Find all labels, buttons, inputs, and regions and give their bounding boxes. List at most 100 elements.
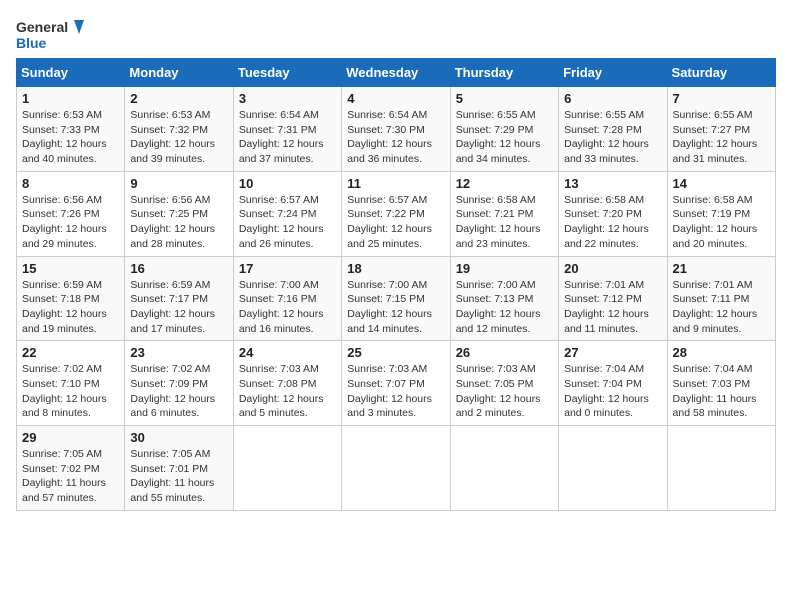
day-number: 28 <box>673 345 770 360</box>
day-number: 7 <box>673 91 770 106</box>
day-cell: 17 Sunrise: 7:00 AMSunset: 7:16 PMDayligh… <box>233 256 341 341</box>
day-number: 21 <box>673 261 770 276</box>
day-cell: 9Sunrise: 6:56 AMSunset: 7:25 PMDaylight… <box>125 171 233 256</box>
day-info: Sunrise: 7:01 AMSunset: 7:11 PMDaylight:… <box>673 278 770 337</box>
day-number: 24 <box>239 345 336 360</box>
day-cell <box>559 426 667 511</box>
day-info: Sunrise: 7:03 AMSunset: 7:08 PMDaylight:… <box>239 362 336 421</box>
day-number: 20 <box>564 261 661 276</box>
day-info: Sunrise: 6:58 AMSunset: 7:21 PMDaylight:… <box>456 193 553 252</box>
day-cell <box>233 426 341 511</box>
col-header-saturday: Saturday <box>667 59 775 87</box>
day-cell: 14Sunrise: 6:58 AMSunset: 7:19 PMDayligh… <box>667 171 775 256</box>
day-info: Sunrise: 7:00 AMSunset: 7:15 PMDaylight:… <box>347 278 444 337</box>
day-number: 5 <box>456 91 553 106</box>
day-cell: 8Sunrise: 6:56 AMSunset: 7:26 PMDaylight… <box>17 171 125 256</box>
col-header-wednesday: Wednesday <box>342 59 450 87</box>
week-row-1: 1 Sunrise: 6:53 AMSunset: 7:33 PMDaylight… <box>17 87 776 172</box>
day-info: Sunrise: 6:55 AMSunset: 7:29 PMDaylight:… <box>456 108 553 167</box>
day-cell: 26Sunrise: 7:03 AMSunset: 7:05 PMDayligh… <box>450 341 558 426</box>
day-cell: 20 Sunrise: 7:01 AMSunset: 7:12 PMDayligh… <box>559 256 667 341</box>
day-info: Sunrise: 6:55 AMSunset: 7:28 PMDaylight:… <box>564 108 661 167</box>
day-cell: 4 Sunrise: 6:54 AMSunset: 7:30 PMDaylight… <box>342 87 450 172</box>
day-number: 27 <box>564 345 661 360</box>
day-number: 26 <box>456 345 553 360</box>
day-number: 2 <box>130 91 227 106</box>
svg-text:Blue: Blue <box>16 35 47 51</box>
day-info: Sunrise: 6:54 AMSunset: 7:31 PMDaylight:… <box>239 108 336 167</box>
day-number: 22 <box>22 345 119 360</box>
header-row: SundayMondayTuesdayWednesdayThursdayFrid… <box>17 59 776 87</box>
day-number: 1 <box>22 91 119 106</box>
calendar-table: SundayMondayTuesdayWednesdayThursdayFrid… <box>16 58 776 511</box>
day-cell: 30 Sunrise: 7:05 AMSunset: 7:01 PMDayligh… <box>125 426 233 511</box>
day-cell: 18 Sunrise: 7:00 AMSunset: 7:15 PMDayligh… <box>342 256 450 341</box>
day-cell: 27 Sunrise: 7:04 AMSunset: 7:04 PMDayligh… <box>559 341 667 426</box>
day-info: Sunrise: 6:56 AMSunset: 7:26 PMDaylight:… <box>22 193 119 252</box>
day-cell <box>450 426 558 511</box>
week-row-4: 22 Sunrise: 7:02 AMSunset: 7:10 PMDayligh… <box>17 341 776 426</box>
day-info: Sunrise: 6:55 AMSunset: 7:27 PMDaylight:… <box>673 108 770 167</box>
day-number: 6 <box>564 91 661 106</box>
day-info: Sunrise: 6:58 AMSunset: 7:19 PMDaylight:… <box>673 193 770 252</box>
day-cell: 28Sunrise: 7:04 AMSunset: 7:03 PMDayligh… <box>667 341 775 426</box>
page-header: General Blue <box>16 16 776 54</box>
day-number: 18 <box>347 261 444 276</box>
svg-text:General: General <box>16 19 68 35</box>
day-cell: 23 Sunrise: 7:02 AMSunset: 7:09 PMDayligh… <box>125 341 233 426</box>
day-number: 19 <box>456 261 553 276</box>
day-info: Sunrise: 7:05 AMSunset: 7:02 PMDaylight:… <box>22 447 119 506</box>
day-info: Sunrise: 7:05 AMSunset: 7:01 PMDaylight:… <box>130 447 227 506</box>
day-cell: 2 Sunrise: 6:53 AMSunset: 7:32 PMDaylight… <box>125 87 233 172</box>
day-info: Sunrise: 6:57 AMSunset: 7:22 PMDaylight:… <box>347 193 444 252</box>
day-cell: 12 Sunrise: 6:58 AMSunset: 7:21 PMDayligh… <box>450 171 558 256</box>
day-cell: 19 Sunrise: 7:00 AMSunset: 7:13 PMDayligh… <box>450 256 558 341</box>
day-cell: 5 Sunrise: 6:55 AMSunset: 7:29 PMDaylight… <box>450 87 558 172</box>
day-number: 12 <box>456 176 553 191</box>
day-info: Sunrise: 6:53 AMSunset: 7:33 PMDaylight:… <box>22 108 119 167</box>
day-info: Sunrise: 6:57 AMSunset: 7:24 PMDaylight:… <box>239 193 336 252</box>
day-info: Sunrise: 7:01 AMSunset: 7:12 PMDaylight:… <box>564 278 661 337</box>
day-info: Sunrise: 6:59 AMSunset: 7:17 PMDaylight:… <box>130 278 227 337</box>
day-info: Sunrise: 6:56 AMSunset: 7:25 PMDaylight:… <box>130 193 227 252</box>
week-row-5: 29 Sunrise: 7:05 AMSunset: 7:02 PMDayligh… <box>17 426 776 511</box>
day-number: 3 <box>239 91 336 106</box>
day-cell: 15 Sunrise: 6:59 AMSunset: 7:18 PMDayligh… <box>17 256 125 341</box>
logo: General Blue <box>16 16 86 54</box>
day-cell <box>342 426 450 511</box>
day-cell: 25 Sunrise: 7:03 AMSunset: 7:07 PMDayligh… <box>342 341 450 426</box>
day-cell: 7 Sunrise: 6:55 AMSunset: 7:27 PMDaylight… <box>667 87 775 172</box>
day-info: Sunrise: 7:04 AMSunset: 7:04 PMDaylight:… <box>564 362 661 421</box>
week-row-2: 8Sunrise: 6:56 AMSunset: 7:26 PMDaylight… <box>17 171 776 256</box>
day-cell: 3 Sunrise: 6:54 AMSunset: 7:31 PMDaylight… <box>233 87 341 172</box>
week-row-3: 15 Sunrise: 6:59 AMSunset: 7:18 PMDayligh… <box>17 256 776 341</box>
day-info: Sunrise: 6:59 AMSunset: 7:18 PMDaylight:… <box>22 278 119 337</box>
col-header-sunday: Sunday <box>17 59 125 87</box>
day-cell: 6 Sunrise: 6:55 AMSunset: 7:28 PMDaylight… <box>559 87 667 172</box>
day-info: Sunrise: 6:58 AMSunset: 7:20 PMDaylight:… <box>564 193 661 252</box>
day-number: 10 <box>239 176 336 191</box>
day-number: 29 <box>22 430 119 445</box>
col-header-tuesday: Tuesday <box>233 59 341 87</box>
day-number: 4 <box>347 91 444 106</box>
day-info: Sunrise: 7:00 AMSunset: 7:16 PMDaylight:… <box>239 278 336 337</box>
day-number: 30 <box>130 430 227 445</box>
day-cell: 16 Sunrise: 6:59 AMSunset: 7:17 PMDayligh… <box>125 256 233 341</box>
day-cell: 22 Sunrise: 7:02 AMSunset: 7:10 PMDayligh… <box>17 341 125 426</box>
day-info: Sunrise: 7:03 AMSunset: 7:07 PMDaylight:… <box>347 362 444 421</box>
col-header-monday: Monday <box>125 59 233 87</box>
day-info: Sunrise: 7:00 AMSunset: 7:13 PMDaylight:… <box>456 278 553 337</box>
day-number: 23 <box>130 345 227 360</box>
day-info: Sunrise: 6:53 AMSunset: 7:32 PMDaylight:… <box>130 108 227 167</box>
day-number: 15 <box>22 261 119 276</box>
day-number: 16 <box>130 261 227 276</box>
day-number: 17 <box>239 261 336 276</box>
day-cell: 1 Sunrise: 6:53 AMSunset: 7:33 PMDaylight… <box>17 87 125 172</box>
day-cell: 13Sunrise: 6:58 AMSunset: 7:20 PMDayligh… <box>559 171 667 256</box>
day-cell: 29 Sunrise: 7:05 AMSunset: 7:02 PMDayligh… <box>17 426 125 511</box>
day-number: 25 <box>347 345 444 360</box>
day-info: Sunrise: 7:02 AMSunset: 7:10 PMDaylight:… <box>22 362 119 421</box>
col-header-thursday: Thursday <box>450 59 558 87</box>
day-info: Sunrise: 7:02 AMSunset: 7:09 PMDaylight:… <box>130 362 227 421</box>
day-info: Sunrise: 6:54 AMSunset: 7:30 PMDaylight:… <box>347 108 444 167</box>
